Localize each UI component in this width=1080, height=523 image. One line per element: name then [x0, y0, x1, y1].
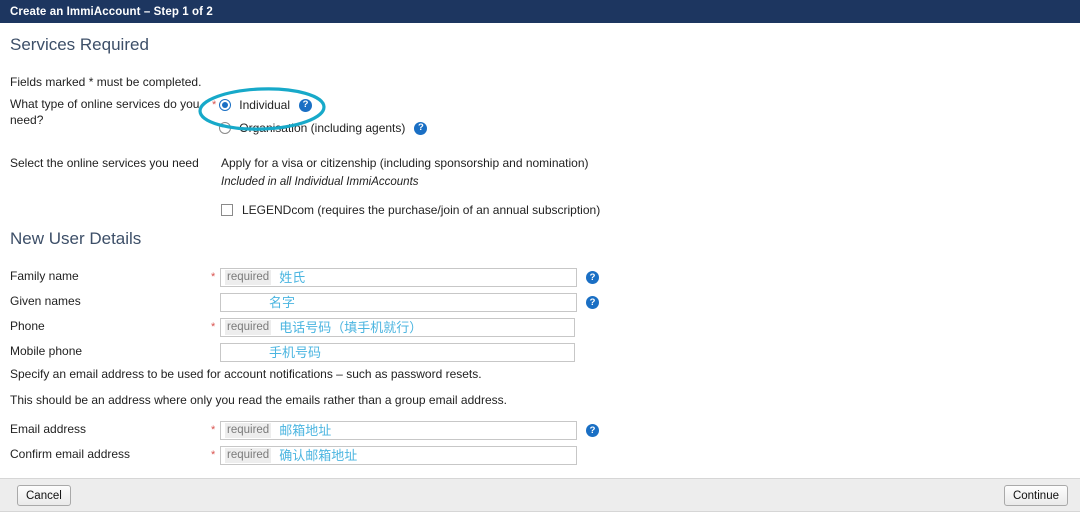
label-confirm-email-address: Confirm email address [10, 447, 131, 461]
form-content-area: Services Required Fields marked * must b… [0, 23, 1080, 478]
service-type-label: What type of online services do you need… [10, 97, 200, 127]
radio-organisation-label: Organisation (including agents) [239, 121, 406, 135]
legendcom-checkbox-label: LEGENDcom (requires the purchase/join of… [242, 203, 601, 217]
label-email-address: Email address [10, 422, 87, 436]
page-title-new-user-details: New User Details [10, 229, 142, 248]
page-title-services-required: Services Required [10, 35, 149, 54]
required-asterisk: * [211, 449, 216, 461]
required-asterisk-placeholder: * [211, 297, 220, 308]
radio-individual-label: Individual [239, 98, 290, 112]
radio-option-organisation[interactable]: * Organisation (including agents) ? [212, 120, 428, 136]
given-names-input[interactable]: 名字 [220, 293, 577, 312]
footer-action-bar: Cancel Continue [0, 478, 1080, 512]
phone-input[interactable]: required 电话号码（填手机就行） [220, 318, 575, 337]
service-apply-visa-text: Apply for a visa or citizenship (includi… [221, 156, 589, 170]
required-asterisk: * [212, 98, 217, 111]
required-asterisk-placeholder: * [211, 347, 220, 358]
service-included-note: Included in all Individual ImmiAccounts [221, 176, 419, 188]
annotation-mobile-phone: 手机号码 [269, 345, 322, 360]
label-given-names: Given names [10, 294, 81, 308]
email-address-input[interactable]: required 邮箱地址 [220, 421, 577, 440]
required-asterisk: * [211, 321, 216, 333]
label-mobile-phone: Mobile phone [10, 344, 83, 358]
radio-organisation-input[interactable] [219, 122, 232, 134]
step-header-bar: Create an ImmiAccount – Step 1 of 2 [0, 0, 1080, 23]
step-header-title: Create an ImmiAccount – Step 1 of 2 [10, 5, 213, 18]
confirm-email-address-input[interactable]: required 确认邮箱地址 [220, 446, 577, 465]
radio-individual-input[interactable] [219, 99, 232, 111]
annotation-given-names: 名字 [269, 295, 296, 310]
cancel-button[interactable]: Cancel [17, 485, 71, 506]
select-services-label: Select the online services you need [10, 156, 199, 170]
required-placeholder: required [225, 270, 272, 285]
label-phone: Phone [10, 319, 45, 333]
legendcom-checkbox-input[interactable] [221, 204, 233, 216]
required-placeholder: required [225, 448, 272, 463]
family-name-input[interactable]: required 姓氏 [220, 268, 577, 287]
required-asterisk: * [211, 271, 216, 283]
fields-marked-note: Fields marked * must be completed. [10, 75, 202, 89]
field-row-family-name: * required 姓氏 ? [211, 268, 599, 287]
email-note-group: This should be an address where only you… [10, 393, 507, 407]
help-icon[interactable]: ? [298, 98, 312, 112]
annotation-email-address: 邮箱地址 [279, 423, 332, 438]
required-placeholder: required [225, 320, 272, 335]
field-row-mobile-phone: * 手机号码 [211, 343, 575, 362]
field-row-email-address: * required 邮箱地址 ? [211, 421, 599, 440]
checkbox-option-legendcom[interactable]: LEGENDcom (requires the purchase/join of… [221, 203, 600, 217]
required-asterisk: * [211, 424, 216, 436]
mobile-phone-input[interactable]: 手机号码 [220, 343, 575, 362]
required-placeholder: required [225, 423, 272, 438]
help-icon[interactable]: ? [586, 424, 599, 437]
help-icon[interactable]: ? [414, 121, 428, 135]
continue-button[interactable]: Continue [1003, 485, 1068, 506]
label-family-name: Family name [10, 269, 79, 283]
field-row-confirm-email-address: * required 确认邮箱地址 [211, 446, 577, 465]
field-row-phone: * required 电话号码（填手机就行） [211, 318, 575, 337]
help-icon[interactable]: ? [586, 271, 599, 284]
field-row-given-names: * 名字 ? [211, 293, 599, 312]
annotation-family-name: 姓氏 [279, 270, 306, 285]
annotation-phone: 电话号码（填手机就行） [279, 320, 423, 335]
radio-option-individual[interactable]: * Individual ? [212, 97, 312, 113]
annotation-confirm-email-address: 确认邮箱地址 [279, 448, 358, 463]
help-icon[interactable]: ? [586, 296, 599, 309]
email-note-specify: Specify an email address to be used for … [10, 367, 482, 381]
